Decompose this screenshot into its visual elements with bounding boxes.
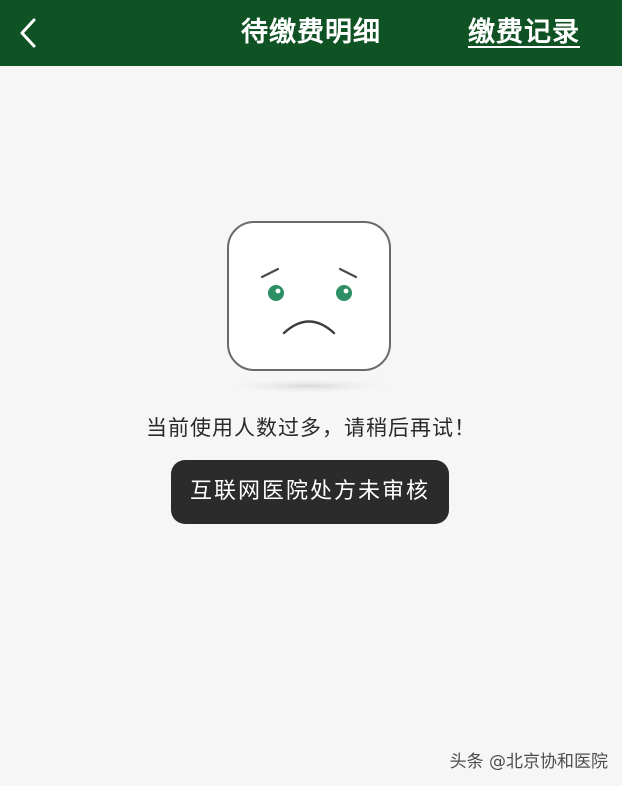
back-button[interactable] [0, 0, 56, 66]
app-header: 待缴费明细 缴费记录 [0, 0, 622, 66]
chevron-left-icon [20, 18, 36, 48]
error-message: 当前使用人数过多，请稍后再试！ [146, 416, 476, 440]
sad-face-icon [226, 220, 392, 393]
toast-notification: 互联网医院处方未审核 [171, 460, 449, 524]
watermark: 头条 @北京协和医院 [449, 752, 608, 772]
payment-record-link[interactable]: 缴费记录 [468, 0, 580, 66]
